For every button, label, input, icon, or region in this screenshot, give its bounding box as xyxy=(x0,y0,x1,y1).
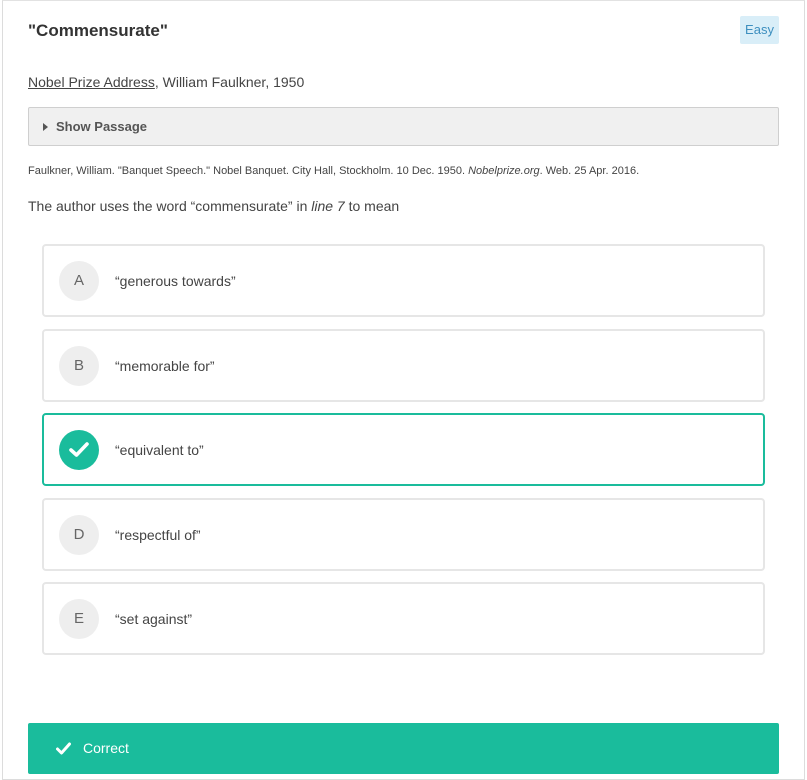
question-card: "Commensurate" Easy Nobel Prize Address,… xyxy=(2,0,805,780)
caret-right-icon xyxy=(43,123,48,131)
choice-letter: B xyxy=(59,346,99,386)
question-title: "Commensurate" xyxy=(28,21,168,40)
prompt-line-ref: line 7 xyxy=(311,198,345,214)
choice-letter: D xyxy=(59,515,99,555)
citation-text: Faulkner, William. "Banquet Speech." Nob… xyxy=(28,165,469,177)
prompt-text-end: to mean xyxy=(344,198,400,214)
check-icon xyxy=(59,430,99,470)
show-passage-button[interactable]: Show Passage xyxy=(28,107,779,146)
source-line: Nobel Prize Address, William Faulkner, 1… xyxy=(28,74,304,90)
source-link[interactable]: Nobel Prize Address xyxy=(28,74,155,90)
choice-c[interactable]: “equivalent to” xyxy=(42,413,765,486)
choice-d[interactable]: D “respectful of” xyxy=(42,498,765,571)
show-passage-label: Show Passage xyxy=(56,119,148,134)
source-author: , William Faulkner, 1950 xyxy=(154,74,305,90)
check-icon xyxy=(56,742,71,755)
choice-a[interactable]: A “generous towards” xyxy=(42,244,765,317)
choice-b[interactable]: B “memorable for” xyxy=(42,329,765,402)
choice-text: “generous towards” xyxy=(115,273,236,289)
difficulty-badge: Easy xyxy=(740,16,779,44)
choice-text: “set against” xyxy=(115,611,193,627)
choice-text: “respectful of” xyxy=(115,527,201,543)
citation-date: . Web. 25 Apr. 2016. xyxy=(539,165,640,177)
prompt-text: The author uses the word “commensurate” … xyxy=(28,198,312,214)
choice-e[interactable]: E “set against” xyxy=(42,582,765,655)
citation-site: Nobelprize.org xyxy=(468,165,540,177)
choice-text: “memorable for” xyxy=(115,358,215,374)
citation: Faulkner, William. "Banquet Speech." Nob… xyxy=(28,165,639,177)
result-label: Correct xyxy=(83,740,129,756)
question-prompt: The author uses the word “commensurate” … xyxy=(28,198,399,214)
choice-letter: A xyxy=(59,261,99,301)
choice-letter: E xyxy=(59,599,99,639)
choice-text: “equivalent to” xyxy=(115,442,204,458)
result-banner: Correct xyxy=(28,723,779,774)
